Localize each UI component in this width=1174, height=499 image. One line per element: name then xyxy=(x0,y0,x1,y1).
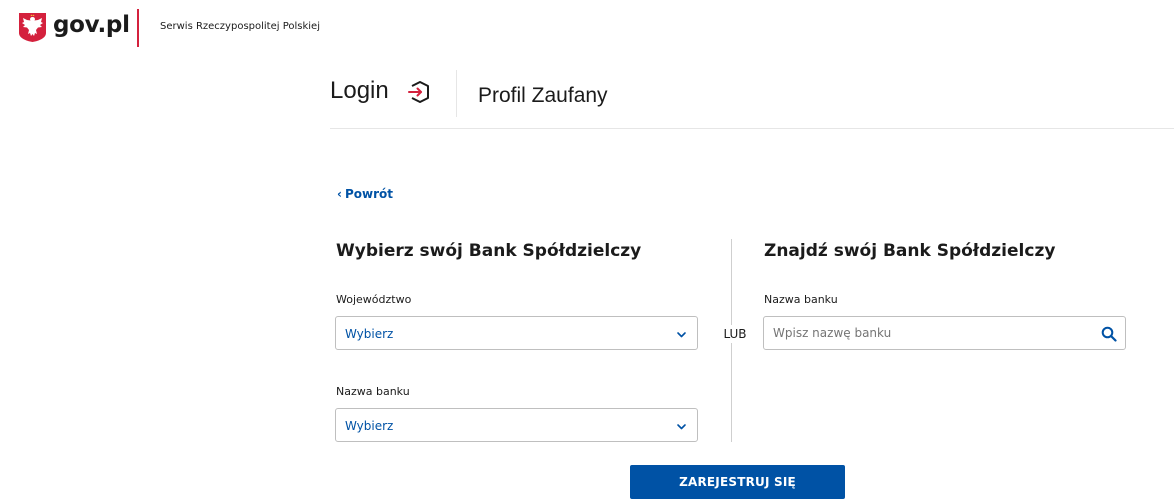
bank-search-box xyxy=(763,316,1126,350)
bank-name-label: Nazwa banku xyxy=(336,385,410,398)
service-name: Serwis Rzeczypospolitej Polskiej xyxy=(160,21,320,32)
chevron-down-icon xyxy=(677,332,686,338)
login-header: Login Profil Zaufany xyxy=(330,66,1174,129)
login-door-icon xyxy=(408,81,429,103)
back-link[interactable]: ‹ Powrót xyxy=(337,186,393,202)
topbar-divider xyxy=(137,9,139,47)
chevron-left-icon: ‹ xyxy=(337,187,342,201)
select-bank-title: Wybierz swój Bank Spółdzielczy xyxy=(336,241,642,261)
search-bank-name-label: Nazwa banku xyxy=(764,293,838,306)
province-select-value: Wybierz xyxy=(345,327,394,341)
bank-name-select[interactable]: Wybierz xyxy=(335,408,698,442)
search-icon[interactable] xyxy=(1101,326,1117,342)
bank-search-input[interactable] xyxy=(765,318,1085,348)
login-label: Login xyxy=(330,77,389,104)
page-title: Profil Zaufany xyxy=(478,84,608,107)
province-select[interactable]: Wybierz xyxy=(335,316,698,350)
province-label: Województwo xyxy=(336,293,412,306)
chevron-down-icon xyxy=(677,424,686,430)
polish-eagle-emblem-icon[interactable] xyxy=(19,13,46,42)
gov-pl-logo-link[interactable]: gov.pl xyxy=(53,11,130,39)
back-link-label: Powrót xyxy=(344,187,393,201)
bank-name-select-value: Wybierz xyxy=(345,419,394,433)
or-separator: LUB xyxy=(721,325,749,343)
find-bank-title: Znajdź swój Bank Spółdzielczy xyxy=(764,241,1056,261)
header-divider xyxy=(456,70,457,117)
top-bar: gov.pl Serwis Rzeczypospolitej Polskiej xyxy=(0,0,1174,60)
register-button[interactable]: ZAREJESTRUJ SIĘ xyxy=(630,465,845,499)
